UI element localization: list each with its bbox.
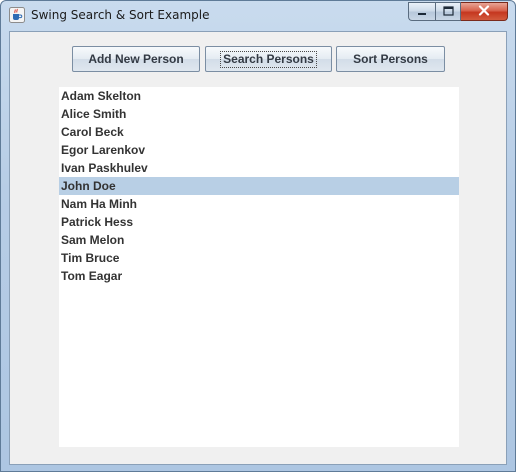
list-item[interactable]: Ivan Paskhulev	[59, 159, 459, 177]
list-item[interactable]: Patrick Hess	[59, 213, 459, 231]
list-item[interactable]: Adam Skelton	[59, 87, 459, 105]
list-item[interactable]: Tom Eagar	[59, 267, 459, 285]
list-item[interactable]: John Doe	[59, 177, 459, 195]
person-list[interactable]: Adam Skelton Alice Smith Carol Beck Egor La…	[59, 87, 459, 447]
java-coffee-cup-icon	[9, 7, 25, 23]
add-new-person-button[interactable]: Add New Person	[72, 46, 200, 72]
list-item[interactable]: Carol Beck	[59, 123, 459, 141]
list-item[interactable]: Sam Melon	[59, 231, 459, 249]
caption-buttons	[408, 2, 508, 21]
search-persons-button[interactable]: Search Persons	[205, 46, 332, 72]
list-item[interactable]: Alice Smith	[59, 105, 459, 123]
sort-persons-button[interactable]: Sort Persons	[336, 46, 445, 72]
maximize-icon	[442, 3, 454, 21]
window-title: Swing Search & Sort Example	[31, 8, 210, 22]
close-icon	[478, 3, 490, 21]
close-button[interactable]	[461, 2, 508, 21]
list-item[interactable]: Tim Bruce	[59, 249, 459, 267]
app-window: Swing Search & Sort Example Add New Pers…	[0, 0, 516, 472]
minimize-button[interactable]	[408, 2, 435, 21]
list-item[interactable]: Nam Ha Minh	[59, 195, 459, 213]
search-persons-button-label: Search Persons	[220, 50, 317, 68]
content-panel: Add New Person Search Persons Sort Perso…	[9, 31, 507, 465]
minimize-icon	[417, 3, 427, 21]
maximize-button[interactable]	[435, 2, 461, 21]
title-bar[interactable]: Swing Search & Sort Example	[1, 1, 515, 30]
list-item[interactable]: Egor Larenkov	[59, 141, 459, 159]
